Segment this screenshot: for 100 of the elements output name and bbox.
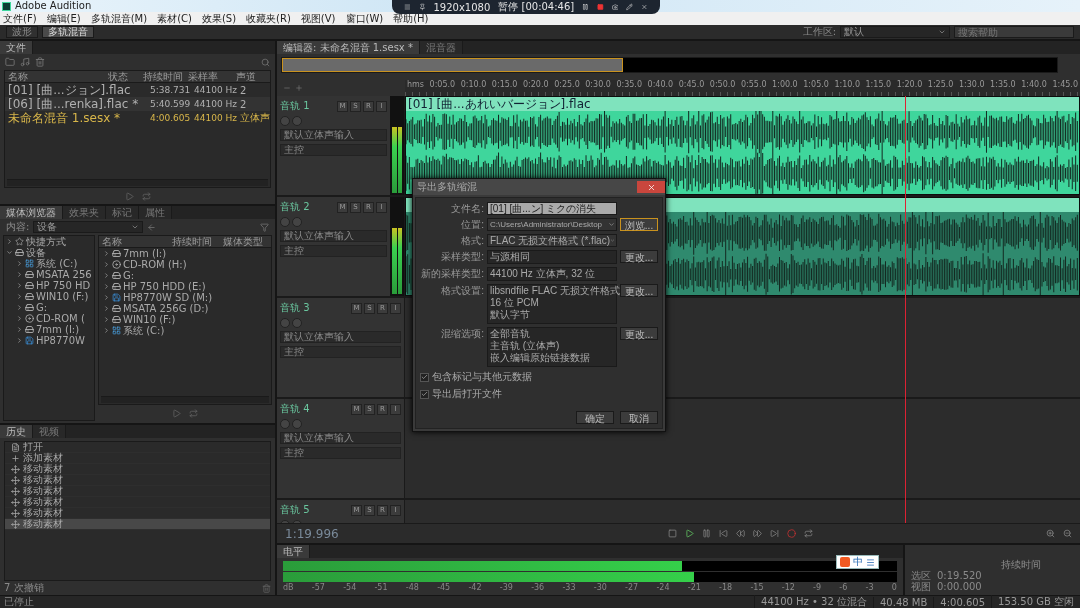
volume-knob[interactable] xyxy=(280,318,290,328)
change-button[interactable]: 更改... xyxy=(620,284,658,297)
zoom-out-icon[interactable] xyxy=(1063,529,1072,538)
panel-tab[interactable]: 属性 xyxy=(139,206,172,219)
menu-item[interactable]: 多轨混音(M) xyxy=(90,11,148,26)
editor-tab[interactable]: 混音器 xyxy=(419,41,463,54)
tree-item[interactable]: 7mm (I:) xyxy=(36,324,80,335)
pause-icon[interactable] xyxy=(582,3,589,11)
tree-item[interactable]: HP8770W xyxy=(36,335,85,346)
volume-knob[interactable] xyxy=(280,116,290,126)
tree-item[interactable]: G: xyxy=(36,302,48,313)
media-item[interactable]: HP 750 HDD (E:) xyxy=(123,281,206,292)
zoom-in-icon[interactable] xyxy=(1046,529,1055,538)
history-item[interactable]: 添加素材 xyxy=(5,453,270,464)
column-header[interactable]: 采样率 xyxy=(185,71,233,84)
trash-icon[interactable] xyxy=(35,57,45,67)
skip-forward-icon[interactable] xyxy=(770,529,779,538)
menu-item[interactable]: 效果(S) xyxy=(201,11,237,26)
media-item[interactable]: MSATA 256G (D:) xyxy=(123,303,209,314)
back-icon[interactable] xyxy=(147,222,157,232)
files-tab[interactable]: 文件 xyxy=(0,41,33,54)
skip-back-icon[interactable] xyxy=(719,529,728,538)
ime-menu-icon[interactable] xyxy=(866,557,875,567)
overview-bar[interactable] xyxy=(281,57,1058,73)
pencil-icon[interactable] xyxy=(626,3,634,11)
panel-tab[interactable]: 历史 xyxy=(0,425,33,438)
trash-icon[interactable] xyxy=(262,583,271,593)
play-icon[interactable] xyxy=(172,408,181,418)
panel-tab[interactable]: 标记 xyxy=(106,206,139,219)
expand-icon[interactable] xyxy=(6,238,13,245)
pan-knob[interactable] xyxy=(292,419,302,429)
content-dropdown[interactable]: 设备 xyxy=(33,221,144,233)
ime-mode[interactable]: 中 xyxy=(853,556,863,568)
location-dropdown[interactable]: C:\Users\Administrator\Desktop xyxy=(487,218,617,231)
media-item[interactable]: HP8770W SD (M:) xyxy=(123,292,213,303)
change-button[interactable]: 更改... xyxy=(620,250,658,263)
history-item[interactable]: 移动素材 xyxy=(5,475,270,486)
output-dropdown[interactable]: 主控 xyxy=(280,245,387,257)
column-header[interactable]: 状态 xyxy=(105,71,140,84)
column-header[interactable]: 持续时间 xyxy=(169,236,220,249)
history-item[interactable]: 移动素材 xyxy=(5,497,270,508)
loop-icon[interactable] xyxy=(189,408,198,418)
history-item[interactable]: 打开 xyxy=(5,442,270,453)
output-dropdown[interactable]: 主控 xyxy=(280,144,387,156)
tree-item[interactable]: WIN10 (F:) xyxy=(36,291,89,302)
fast-forward-icon[interactable] xyxy=(753,529,762,538)
camera-icon[interactable] xyxy=(611,3,619,11)
levels-tab[interactable]: 电平 xyxy=(277,545,310,558)
close-icon[interactable] xyxy=(641,3,648,11)
panel-tab[interactable]: 视频 xyxy=(33,425,66,438)
mode-button[interactable]: 波形 xyxy=(6,26,38,38)
workspace-dropdown[interactable]: 默认 xyxy=(840,26,950,38)
menu-item[interactable]: 视图(V) xyxy=(300,11,336,26)
column-header[interactable]: 名称 xyxy=(5,71,105,84)
history-item[interactable]: 移动素材 xyxy=(5,519,270,530)
audio-file-icon[interactable] xyxy=(20,57,30,67)
media-item[interactable]: WIN10 (F:) xyxy=(123,314,176,325)
menu-item[interactable]: 编辑(E) xyxy=(46,11,81,26)
output-dropdown[interactable]: 主控 xyxy=(280,346,401,358)
column-header[interactable]: 名称 xyxy=(99,236,169,249)
stop-icon[interactable] xyxy=(597,3,604,11)
file-row[interactable]: [06] [曲...renka].flac * 5:40.599 44100 Hz 2 xyxy=(5,97,270,111)
panel-tab[interactable]: 媒体浏览器 xyxy=(0,206,63,219)
menu-icon[interactable] xyxy=(404,3,411,11)
view-range-handle[interactable] xyxy=(282,58,623,72)
volume-knob[interactable] xyxy=(280,419,290,429)
expand-icon[interactable] xyxy=(6,249,13,256)
file-row[interactable]: 未命名混音 1.sesx * 4:00.605 44100 Hz 立体声 xyxy=(5,111,270,125)
folder-icon[interactable] xyxy=(5,57,15,67)
ok-button[interactable]: 确定 xyxy=(576,411,614,424)
menu-item[interactable]: 窗口(W) xyxy=(345,11,384,26)
browse-button[interactable]: 浏览... xyxy=(620,218,658,231)
record-icon[interactable] xyxy=(787,529,796,538)
column-header[interactable]: 媒体类型 xyxy=(220,236,271,249)
stop-icon[interactable] xyxy=(668,529,677,538)
checkbox[interactable] xyxy=(420,389,429,399)
tree-item[interactable]: CD-ROM ( xyxy=(36,313,85,324)
menu-item[interactable]: 素材(C) xyxy=(157,11,192,26)
menu-item[interactable]: 收藏夹(R) xyxy=(246,11,291,26)
play-icon[interactable] xyxy=(685,529,694,538)
mode-button[interactable]: 多轨混音 xyxy=(42,26,94,38)
track-tool-icon[interactable] xyxy=(295,84,303,92)
media-item[interactable]: 7mm (I:) xyxy=(123,248,167,259)
media-item[interactable]: CD-ROM (H:) xyxy=(123,259,187,270)
rewind-icon[interactable] xyxy=(736,529,745,538)
volume-knob[interactable] xyxy=(280,217,290,227)
tree-item[interactable]: HP 750 HD xyxy=(36,280,91,291)
panel-tab[interactable]: 效果夹 xyxy=(63,206,106,219)
pan-knob[interactable] xyxy=(292,116,302,126)
input-dropdown[interactable]: 默认立体声输入 xyxy=(280,432,401,444)
close-button[interactable] xyxy=(637,181,665,193)
loop-icon[interactable] xyxy=(141,191,151,201)
menu-item[interactable]: 文件(F) xyxy=(3,11,37,26)
input-dropdown[interactable]: 默认立体声输入 xyxy=(280,230,387,242)
checkbox[interactable] xyxy=(420,372,429,382)
media-item[interactable]: 系统 (C:) xyxy=(123,323,165,338)
play-icon[interactable] xyxy=(124,191,134,201)
filename-field[interactable]: [01] [曲...ン] ミクの消失 xyxy=(487,202,617,215)
media-item[interactable]: G: xyxy=(123,270,135,281)
loop-icon[interactable] xyxy=(804,529,813,538)
